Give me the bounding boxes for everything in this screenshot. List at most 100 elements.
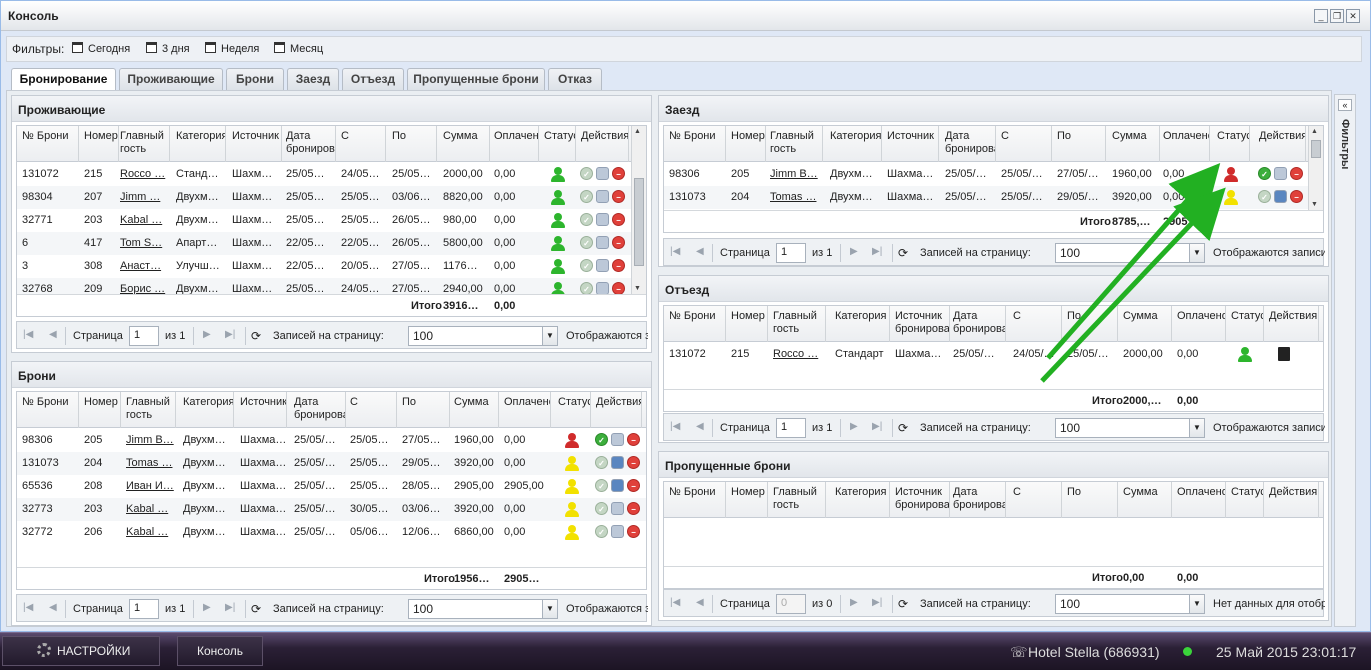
column-header[interactable]: № Брони <box>664 482 726 518</box>
tab-checkout[interactable]: Отъезд <box>342 68 404 90</box>
delete-icon[interactable]: − <box>612 213 625 226</box>
delete-icon[interactable]: − <box>1290 167 1303 180</box>
column-header[interactable]: По <box>1062 306 1118 342</box>
column-header[interactable]: № Брони <box>17 392 79 428</box>
guest-link[interactable]: Rocco … <box>768 343 826 366</box>
guest-icon[interactable] <box>1274 190 1287 203</box>
chevron-down-icon[interactable]: ▼ <box>542 327 557 345</box>
next-page-icon[interactable]: ▶ <box>850 246 858 257</box>
filter-week-button[interactable]: Неделя <box>205 42 259 55</box>
confirm-icon[interactable]: ✓ <box>595 502 608 515</box>
confirm-icon[interactable]: ✓ <box>595 433 608 446</box>
next-page-icon[interactable]: ▶ <box>850 421 858 432</box>
column-header[interactable]: Действия <box>1254 126 1306 162</box>
tab-missed-bookings[interactable]: Пропущенные брони <box>407 68 545 90</box>
guest-icon[interactable] <box>611 502 624 515</box>
chevron-down-icon[interactable]: ▼ <box>1189 595 1204 613</box>
table-row[interactable]: 32773 203 Kabal … Двухм… Шахма… 25/05/… 30/05…… <box>17 498 646 521</box>
first-page-icon[interactable]: |◀ <box>670 421 680 432</box>
guest-link[interactable]: Jimm B… <box>121 429 176 452</box>
guest-icon[interactable] <box>596 236 609 249</box>
filter-3days-button[interactable]: 3 дня <box>146 42 190 55</box>
chevron-down-icon[interactable]: ▼ <box>1189 419 1204 437</box>
chevron-down-icon[interactable]: ▼ <box>1189 244 1204 262</box>
column-header[interactable]: Источник <box>227 126 282 162</box>
confirm-icon[interactable]: ✓ <box>580 259 593 272</box>
column-header[interactable]: Номер <box>79 392 121 428</box>
column-header[interactable]: Дата бронирования <box>940 126 996 162</box>
settings-button[interactable]: НАСТРОЙКИ <box>2 636 160 666</box>
refresh-icon[interactable]: ⟳ <box>898 597 908 611</box>
column-header[interactable]: Статус <box>1212 126 1250 162</box>
scroll-thumb[interactable] <box>1311 140 1321 158</box>
minimize-icon[interactable]: _ <box>1314 9 1328 23</box>
column-header[interactable]: Статус <box>1226 306 1264 342</box>
delete-icon[interactable]: − <box>612 167 625 180</box>
column-header[interactable]: Оплачено <box>1172 306 1226 342</box>
refresh-icon[interactable]: ⟳ <box>898 421 908 435</box>
guest-link[interactable]: Rocco … <box>115 163 170 186</box>
confirm-icon[interactable]: ✓ <box>580 236 593 249</box>
confirm-icon[interactable]: ✓ <box>595 479 608 492</box>
last-page-icon[interactable]: ▶| <box>225 602 235 613</box>
first-page-icon[interactable]: |◀ <box>670 597 680 608</box>
column-header[interactable]: Главный гость <box>768 482 826 518</box>
first-page-icon[interactable]: |◀ <box>23 329 33 340</box>
last-page-icon[interactable]: ▶| <box>872 597 882 608</box>
guest-link[interactable]: Tomas … <box>765 186 823 209</box>
scroll-down-icon[interactable]: ▼ <box>1311 201 1318 208</box>
column-header[interactable]: Действия <box>591 392 642 428</box>
column-header[interactable]: По <box>387 126 437 162</box>
column-header[interactable]: Оплачено <box>499 392 551 428</box>
table-row[interactable]: 6 417 Tom S… Апарт… Шахм… 22/05… 22/05… 26/05… 5… <box>17 232 646 255</box>
per-page-select[interactable]: 100 ▼ <box>1055 594 1205 614</box>
tab-bookings[interactable]: Брони <box>226 68 284 90</box>
column-header[interactable]: Главный гость <box>768 306 826 342</box>
guest-link[interactable]: Анаст… <box>115 255 170 278</box>
last-page-icon[interactable]: ▶| <box>872 421 882 432</box>
table-row[interactable]: 131072 215 Rocco … Стандарт Шахма… 25/05/… 24/… <box>664 343 1323 366</box>
page-number-input[interactable]: 1 <box>129 326 159 346</box>
confirm-icon[interactable]: ✓ <box>595 456 608 469</box>
next-page-icon[interactable]: ▶ <box>850 597 858 608</box>
column-header[interactable]: Оплачено <box>1158 126 1210 162</box>
column-header[interactable]: Оплачено <box>1172 482 1226 518</box>
first-page-icon[interactable]: |◀ <box>670 246 680 257</box>
column-header[interactable]: Действия <box>576 126 629 162</box>
first-page-icon[interactable]: |◀ <box>23 602 33 613</box>
guest-link[interactable]: Иван И… <box>121 475 176 498</box>
delete-icon[interactable]: − <box>627 502 640 515</box>
table-row[interactable]: 131073 204 Tomas … Двухм… Шахма… 25/05/… 25/05… <box>664 186 1323 209</box>
close-icon[interactable]: ✕ <box>1346 9 1360 23</box>
table-row[interactable]: 131073 204 Tomas … Двухм… Шахма… 25/05/… 25/05… <box>17 452 646 475</box>
prev-page-icon[interactable]: ◀ <box>49 329 57 340</box>
filter-month-button[interactable]: Месяц <box>274 42 323 55</box>
collapse-icon[interactable]: « <box>1338 99 1352 111</box>
next-page-icon[interactable]: ▶ <box>203 329 211 340</box>
page-number-input[interactable]: 1 <box>129 599 159 619</box>
column-header[interactable]: № Брони <box>17 126 79 162</box>
page-number-input[interactable]: 1 <box>776 243 806 263</box>
prev-page-icon[interactable]: ◀ <box>49 602 57 613</box>
last-page-icon[interactable]: ▶| <box>872 246 882 257</box>
prev-page-icon[interactable]: ◀ <box>696 421 704 432</box>
guest-link[interactable]: Kabal … <box>121 521 176 544</box>
column-header[interactable]: По <box>1062 482 1118 518</box>
scroll-up-icon[interactable]: ▲ <box>1311 128 1318 135</box>
column-header[interactable]: Номер <box>726 482 768 518</box>
column-header[interactable]: Сумма <box>1107 126 1160 162</box>
guest-icon[interactable] <box>611 479 624 492</box>
column-header[interactable]: Главный гость <box>121 392 176 428</box>
column-header[interactable]: Сумма <box>449 392 499 428</box>
column-header[interactable]: Статус <box>553 392 591 428</box>
column-header[interactable]: Источник <box>235 392 287 428</box>
guest-icon[interactable] <box>596 190 609 203</box>
column-header[interactable]: Категория <box>171 126 226 162</box>
scroll-up-icon[interactable]: ▲ <box>634 128 641 135</box>
guest-icon[interactable] <box>611 525 624 538</box>
column-header[interactable]: Дата бронирования <box>289 392 346 428</box>
filter-today-button[interactable]: Сегодня <box>72 42 130 55</box>
table-row[interactable]: 131072 215 Rocco … Станд… Шахм… 25/05… 24/05… 2… <box>17 163 646 186</box>
chevron-down-icon[interactable]: ▼ <box>542 600 557 618</box>
confirm-icon[interactable]: ✓ <box>580 167 593 180</box>
